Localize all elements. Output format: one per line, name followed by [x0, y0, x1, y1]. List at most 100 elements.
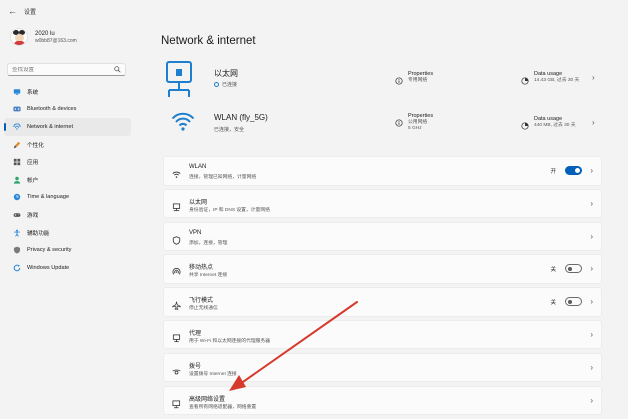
ethernet-summary: 以太网 已连接 Properties 专用网络 Data usage 14.43 G…: [161, 60, 601, 97]
sidebar-item-personalization[interactable]: 个性化: [4, 136, 131, 154]
back-arrow-icon[interactable]: ←: [8, 6, 22, 16]
sidebar-item-label: Network & internet: [27, 123, 74, 130]
bluetooth-icon: [13, 105, 21, 113]
sidebar-item-label: 应用: [27, 160, 39, 167]
sidebar-item-gaming[interactable]: 游戏: [4, 206, 131, 224]
airplane-mode-toggle[interactable]: [565, 297, 582, 307]
search-icon[interactable]: [114, 66, 121, 73]
search-box[interactable]: [7, 63, 126, 76]
sidebar-item-label: 个性化: [27, 142, 44, 149]
sidebar-item-label: 系统: [27, 89, 39, 96]
row-dialup[interactable]: 拨号 设置拨号 Internet 连接 ›: [163, 352, 602, 383]
wifi-large-icon: [171, 110, 195, 137]
monitor-icon: [13, 88, 21, 96]
sidebar-item-label: 辅助功能: [27, 230, 50, 237]
wlan-properties-link[interactable]: Properties 公用网络 5 GHz: [395, 113, 433, 132]
brush-icon: [13, 141, 21, 149]
wlan-status: 已连接，安全: [214, 127, 245, 133]
sidebar-item-label: Windows Update: [27, 264, 70, 271]
ethernet-data-usage-link[interactable]: Data usage 14.43 GB, 过去 30 天: [521, 71, 580, 85]
row-desc: 查看所有网络适配器，网络重置: [189, 404, 257, 410]
sidebar-item-time-language[interactable]: Time & language: [4, 189, 131, 207]
sidebar-item-accounts[interactable]: 帐户: [4, 171, 131, 189]
sidebar-item-label: Privacy & security: [27, 247, 72, 254]
chevron-right-icon[interactable]: ›: [590, 396, 593, 405]
chevron-right-icon[interactable]: ›: [590, 232, 593, 241]
row-advanced-network-settings[interactable]: 高级网络设置 查看所有网络适配器，网络重置 ›: [163, 385, 602, 416]
row-title: VPN: [189, 229, 202, 236]
wlan-toggle[interactable]: [565, 166, 582, 175]
toggle-state-label: 开: [550, 169, 556, 175]
settings-list: WLAN 连接，管理已知网络，计量网络 开 › 以太网 身份验证，IP 和 DN…: [163, 156, 602, 418]
row-title: 飞行模式: [189, 298, 214, 305]
data-usage-sub: 14.43 GB, 过去 30 天: [534, 78, 580, 83]
toggle-state-label: 关: [550, 300, 556, 307]
airplane-icon: [172, 297, 181, 310]
sidebar-item-apps[interactable]: 应用: [4, 153, 131, 171]
apps-icon: [13, 158, 21, 166]
shield-icon: [13, 246, 21, 254]
avatar: [10, 28, 28, 46]
sidebar-nav: 系统 Bluetooth & devices Network & interne…: [0, 83, 135, 277]
row-title: 拨号: [189, 363, 202, 370]
sidebar-item-system[interactable]: 系统: [4, 83, 131, 101]
row-title: 以太网: [189, 199, 208, 206]
search-input[interactable]: [12, 66, 114, 73]
profile-name: 2020 lu: [35, 30, 55, 37]
row-desc: 用于 Wi-Fi 和以太网连接的代理服务器: [189, 338, 271, 344]
proxy-icon: [172, 330, 181, 343]
properties-title: Properties: [408, 113, 434, 119]
network-icon: [13, 123, 21, 131]
hotspot-icon: [172, 264, 181, 275]
accessibility-icon: [13, 229, 21, 237]
row-desc: 添加，连接，管理: [189, 240, 228, 246]
data-usage-sub: 440 MB, 过去 30 天: [534, 123, 576, 128]
globe-clock-icon: [13, 193, 21, 201]
row-desc: 共享 Internet 连接: [189, 273, 228, 279]
row-proxy[interactable]: 代理 用于 Wi-Fi 和以太网连接的代理服务器 ›: [163, 319, 602, 350]
sidebar-item-network[interactable]: Network & internet: [4, 118, 131, 136]
row-wlan[interactable]: WLAN 连接，管理已知网络，计量网络 开 ›: [163, 156, 602, 186]
chevron-right-icon[interactable]: ›: [590, 264, 593, 273]
profile-email: w0bb87@163.com: [35, 37, 77, 44]
chevron-right-icon[interactable]: ›: [592, 118, 595, 127]
sidebar-item-windows-update[interactable]: Windows Update: [4, 259, 131, 277]
properties-title: Properties: [408, 71, 434, 77]
row-title: WLAN: [189, 164, 207, 170]
ethernet-status: 已连接: [222, 82, 238, 88]
row-title: 高级网络设置: [189, 396, 226, 403]
wlan-data-usage-link[interactable]: Data usage 440 MB, 过去 30 天: [521, 116, 576, 130]
chevron-right-icon[interactable]: ›: [590, 330, 593, 339]
wifi-icon: [172, 166, 181, 178]
row-mobile-hotspot[interactable]: 移动热点 共享 Internet 连接 关 ›: [163, 254, 602, 284]
chevron-right-icon[interactable]: ›: [590, 363, 593, 372]
properties-band: 5 GHz: [408, 126, 422, 131]
user-profile[interactable]: 2020 lu w0bb87@163.com: [10, 28, 77, 46]
ethernet-large-icon: [164, 60, 194, 103]
sidebar-item-label: 游戏: [27, 212, 39, 219]
wlan-summary: WLAN (fly_5G) 已连接，安全 Properties 公用网络 5 GHz…: [161, 105, 601, 141]
row-airplane-mode[interactable]: 飞行模式 停止无线通信 关 ›: [163, 287, 602, 317]
ethernet-icon: [172, 199, 181, 211]
info-icon: [395, 114, 403, 127]
chevron-right-icon[interactable]: ›: [590, 199, 593, 208]
chevron-right-icon[interactable]: ›: [590, 166, 593, 175]
hotspot-toggle[interactable]: [565, 264, 582, 274]
row-ethernet[interactable]: 以太网 身份验证，IP 和 DNS 设置，计量网络 ›: [163, 188, 602, 219]
connected-globe-icon: [214, 82, 219, 87]
row-title: 代理: [189, 330, 202, 337]
advanced-network-icon: [172, 396, 181, 408]
ethernet-name: 以太网: [214, 69, 238, 78]
sidebar-item-privacy-security[interactable]: Privacy & security: [4, 241, 131, 259]
info-icon: [395, 72, 403, 85]
data-usage-title: Data usage: [534, 71, 563, 77]
row-vpn[interactable]: VPN 添加，连接，管理 ›: [163, 221, 602, 252]
sidebar-item-bluetooth[interactable]: Bluetooth & devices: [4, 101, 131, 119]
sidebar-item-label: Bluetooth & devices: [27, 106, 77, 113]
sidebar-item-accessibility[interactable]: 辅助功能: [4, 224, 131, 242]
chevron-right-icon[interactable]: ›: [592, 73, 595, 82]
toggle-state-label: 关: [550, 267, 556, 274]
ethernet-properties-link[interactable]: Properties 专用网络: [395, 71, 434, 85]
row-desc: 停止无线通信: [189, 306, 218, 312]
chevron-right-icon[interactable]: ›: [590, 297, 593, 306]
